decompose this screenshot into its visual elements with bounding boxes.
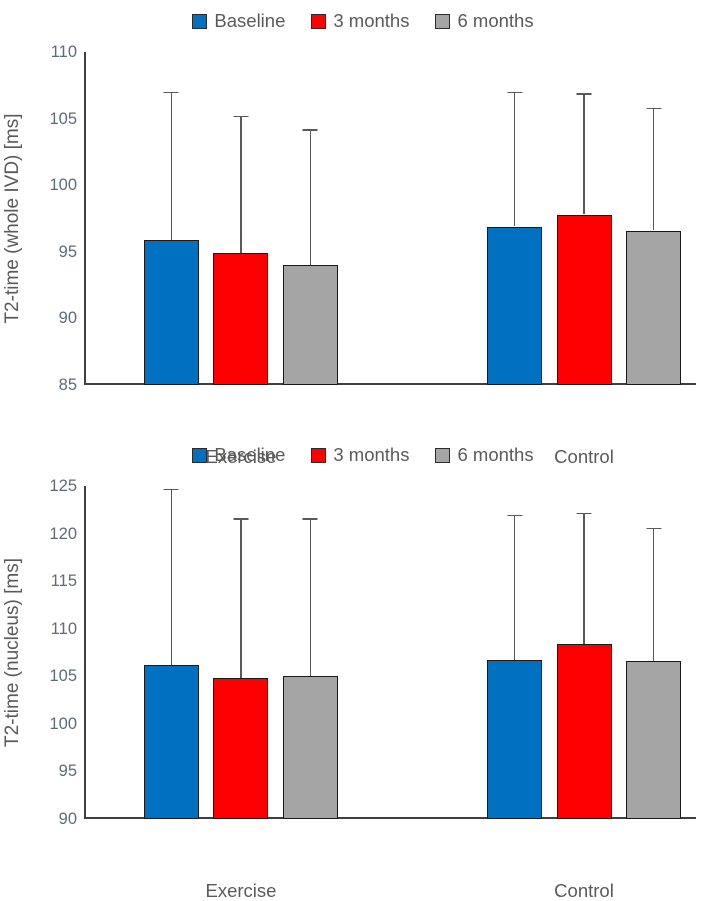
error-bar-line (240, 518, 242, 679)
legend-swatch-icon (311, 13, 327, 29)
error-bar-cap (576, 93, 592, 95)
x-axis-label-control: Control (554, 880, 614, 901)
chart-page: Baseline 3 months 6 months T2-time (whole … (0, 0, 726, 900)
error-bar-line (240, 115, 242, 254)
y-axis-tick-label: 100 (49, 714, 77, 733)
legend-item-6-months: 6 months (435, 10, 534, 31)
y-axis-tick-label: 100 (49, 175, 77, 194)
error-bar-line (309, 518, 312, 677)
error-bar-line (583, 512, 585, 644)
error-bar-cap (646, 527, 661, 530)
chart-nucleus: Baseline 3 months 6 months T2-time (nucleu… (0, 434, 726, 900)
legend-swatch-icon (435, 13, 451, 29)
legend-item-baseline: Baseline (192, 10, 286, 31)
legend-label: Baseline (214, 444, 286, 465)
legend-swatch-icon (192, 13, 208, 29)
y-axis-title-whole-ivd: T2-time (whole IVD) [ms] (2, 113, 23, 324)
y-axis-tick-label: 110 (50, 42, 77, 61)
bar-control-3-months (556, 643, 612, 819)
y-axis-line (84, 486, 86, 819)
error-bar-line (170, 91, 173, 240)
legend-swatch-icon (311, 447, 327, 463)
legend-label: 3 months (333, 10, 410, 31)
x-axis-label-exercise: Exercise (205, 880, 277, 901)
bar-control-baseline (487, 226, 542, 385)
legend-item-3-months: 3 months (311, 10, 410, 31)
error-bar-cap (646, 107, 661, 110)
legend-label: 6 months (457, 444, 534, 465)
error-bar-cap (576, 512, 592, 515)
error-bar-line (170, 488, 173, 665)
error-bar-line (513, 514, 516, 661)
y-axis-tick-label: 125 (49, 476, 77, 495)
error-bar-cap (507, 91, 522, 94)
error-bar-line (652, 527, 655, 662)
y-axis-tick-label: 115 (50, 571, 77, 590)
error-bar-cap (233, 115, 249, 118)
bar-exercise-baseline (143, 239, 199, 385)
bar-control-3-months (556, 214, 612, 385)
y-axis-tick-label: 105 (49, 109, 77, 128)
legend-whole-ivd: Baseline 3 months 6 months (0, 10, 726, 31)
legend-swatch-icon (435, 447, 451, 463)
bar-exercise-baseline (143, 664, 199, 819)
y-axis-tick-label: 110 (50, 619, 77, 638)
y-axis-tick-label: 90 (58, 809, 77, 828)
y-axis-title-nucleus: T2-time (nucleus) [ms] (2, 558, 23, 747)
bar-exercise-3-months (213, 253, 269, 385)
bar-control-baseline (487, 660, 542, 819)
bar-exercise-6-months (282, 676, 338, 819)
y-axis-tick-label: 85 (58, 375, 77, 394)
error-bar-line (513, 91, 516, 227)
plot-area-nucleus: 90 95 100 105 110 115 120 125 Exercise Control (49, 478, 696, 900)
error-bar-cap (163, 488, 179, 491)
legend-label: 6 months (457, 10, 534, 31)
error-bar-cap (302, 518, 318, 520)
y-axis-tick-label: 95 (58, 242, 77, 261)
error-bar-cap (507, 514, 522, 516)
bar-control-6-months (626, 661, 681, 819)
legend-item-6-months: 6 months (435, 444, 534, 465)
y-axis-tick-label: 120 (49, 524, 77, 543)
legend-nucleus: Baseline 3 months 6 months (0, 444, 726, 465)
error-bar-cap (233, 518, 249, 520)
y-axis-tick-label: 105 (49, 667, 77, 686)
legend-label: Baseline (214, 10, 286, 31)
error-bar-cap (163, 91, 179, 94)
error-bar-cap (302, 129, 318, 131)
bar-control-6-months (626, 230, 681, 385)
error-bar-line (309, 129, 312, 266)
error-bar-line (583, 93, 585, 215)
legend-item-baseline: Baseline (192, 444, 286, 465)
plot-area-whole-ivd: 85 90 95 100 105 110 Exercise Control (49, 44, 696, 466)
bar-exercise-3-months (213, 678, 269, 819)
bar-exercise-6-months (282, 265, 338, 385)
legend-swatch-icon (192, 447, 208, 463)
chart-whole-ivd: Baseline 3 months 6 months T2-time (whole … (0, 0, 726, 466)
legend-label: 3 months (333, 444, 410, 465)
error-bar-line (652, 107, 655, 231)
legend-item-3-months: 3 months (311, 444, 410, 465)
y-axis-tick-label: 95 (58, 762, 77, 781)
y-axis-line (84, 52, 86, 385)
y-axis-tick-label: 90 (58, 309, 77, 328)
